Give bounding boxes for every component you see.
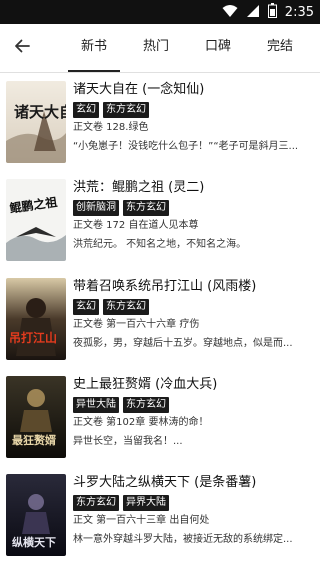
book-tags: 玄幻 东方玄幻 (73, 102, 313, 118)
book-description: 林一意外穿越斗罗大陆，被接近无敌的系统绑定... (73, 534, 293, 545)
book-tag: 东方玄幻 (73, 495, 119, 511)
svg-text:纵横天下: 纵横天下 (12, 535, 56, 549)
book-tag: 东方玄幻 (123, 397, 169, 413)
book-cover: 吊打江山 (6, 278, 66, 360)
book-tag: 东方玄幻 (103, 102, 149, 118)
book-tag: 创新脑洞 (73, 200, 119, 216)
book-cover: 最狂赘婿 (6, 376, 66, 458)
book-description: 异世长空，当留我名！... (73, 436, 183, 447)
book-tag: 异界大陆 (123, 495, 169, 511)
book-description: “小兔崽子！没钱吃什么包子！”“老子可是斜月三... (73, 141, 299, 152)
book-info: 史上最狂赘婿 (冷血大兵) 异世大陆 东方玄幻 正文卷 第102章 要林涛的命！… (73, 376, 313, 449)
book-tags: 东方玄幻 异界大陆 (73, 495, 313, 511)
book-description: 夜孤影，男，穿越后十五岁。穿越地点，似是而... (73, 338, 293, 349)
book-tag: 玄幻 (73, 102, 99, 118)
tab-completed[interactable]: 完结 (252, 24, 308, 72)
svg-text:最狂赘婿: 最狂赘婿 (12, 433, 57, 447)
book-cover: 鲲鹏之祖 (6, 179, 66, 261)
book-item[interactable]: 鲲鹏之祖 洪荒：鲲鹏之祖 (灵二) 创新脑洞 东方玄幻 正文卷 172 自在道人… (0, 171, 320, 267)
back-button[interactable] (10, 36, 34, 60)
book-item[interactable]: 诸天大自在 诸天大自在 (一念知仙) 玄幻 东方玄幻 正文卷 128.绿色 “小… (0, 73, 320, 169)
book-tags: 玄幻 东方玄幻 (73, 299, 313, 315)
book-tag: 东方玄幻 (103, 299, 149, 315)
book-title: 斗罗大陆之纵横天下 (是条番薯) (73, 475, 257, 490)
top-nav: 新书 热门 口碑 完结 (0, 24, 320, 72)
book-cover: 纵横天下 (6, 474, 66, 556)
book-tags: 创新脑洞 东方玄幻 (73, 200, 313, 216)
tab-reputation[interactable]: 口碑 (190, 24, 246, 72)
book-latest-chapter: 正文卷 128.绿色 (73, 122, 149, 133)
tab-popular[interactable]: 热门 (128, 24, 184, 72)
book-tag: 玄幻 (73, 299, 99, 315)
book-latest-chapter: 正文 第一百六十三章 出自何处 (73, 515, 210, 526)
book-latest-chapter: 正文卷 第一百六十六章 疗伤 (73, 319, 200, 330)
book-description: 洪荒纪元。 不知名之地，不知名之海。 (73, 239, 247, 250)
book-item[interactable]: 吊打江山 带着召唤系统吊打江山 (风雨楼) 玄幻 东方玄幻 正文卷 第一百六十六… (0, 270, 320, 366)
battery-icon (267, 2, 277, 22)
book-title: 洪荒：鲲鹏之祖 (灵二) (73, 180, 205, 195)
wifi-icon (222, 3, 238, 22)
book-tag: 异世大陆 (73, 397, 119, 413)
book-item[interactable]: 纵横天下 斗罗大陆之纵横天下 (是条番薯) 东方玄幻 异界大陆 正文 第一百六十… (0, 466, 320, 562)
book-item[interactable]: 最狂赘婿 史上最狂赘婿 (冷血大兵) 异世大陆 东方玄幻 正文卷 第102章 要… (0, 368, 320, 464)
book-title: 史上最狂赘婿 (冷血大兵) (73, 377, 218, 392)
status-icons: 2:35 (222, 2, 314, 22)
book-latest-chapter: 正文卷 172 自在道人见本尊 (73, 220, 199, 231)
book-cover: 诸天大自在 (6, 81, 66, 163)
tab-new-books[interactable]: 新书 (66, 24, 122, 72)
book-info: 诸天大自在 (一念知仙) 玄幻 东方玄幻 正文卷 128.绿色 “小兔崽子！没钱… (73, 81, 313, 154)
signal-icon (246, 3, 260, 22)
svg-text:诸天大自在: 诸天大自在 (14, 103, 66, 121)
clock: 2:35 (284, 4, 314, 20)
book-info: 斗罗大陆之纵横天下 (是条番薯) 东方玄幻 异界大陆 正文 第一百六十三章 出自… (73, 474, 313, 547)
book-title: 诸天大自在 (一念知仙) (73, 82, 205, 97)
status-bar: 2:35 (0, 0, 320, 24)
book-latest-chapter: 正文卷 第102章 要林涛的命！ (73, 417, 209, 428)
book-title: 带着召唤系统吊打江山 (风雨楼) (73, 279, 257, 294)
book-tags: 异世大陆 东方玄幻 (73, 397, 313, 413)
book-info: 带着召唤系统吊打江山 (风雨楼) 玄幻 东方玄幻 正文卷 第一百六十六章 疗伤 … (73, 278, 313, 351)
arrow-left-icon (13, 37, 31, 59)
book-tag: 东方玄幻 (123, 200, 169, 216)
svg-text:吊打江山: 吊打江山 (9, 330, 57, 345)
book-info: 洪荒：鲲鹏之祖 (灵二) 创新脑洞 东方玄幻 正文卷 172 自在道人见本尊 洪… (73, 179, 313, 252)
